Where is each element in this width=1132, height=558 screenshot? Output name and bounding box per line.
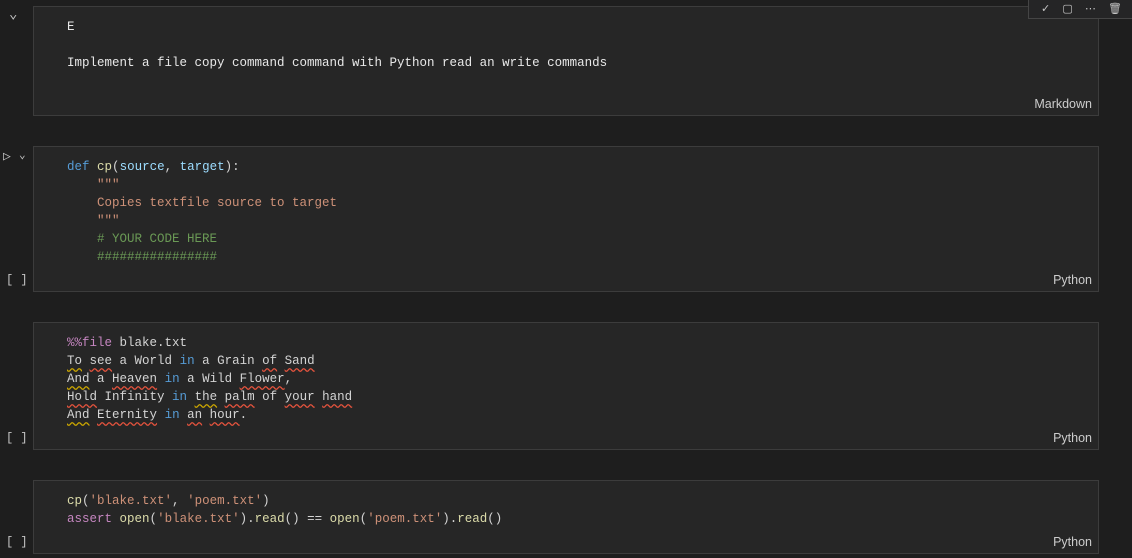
cell-language-label[interactable]: Python	[1053, 535, 1092, 549]
code-editor[interactable]: cp('blake.txt', 'poem.txt') assert open(…	[67, 492, 502, 528]
cell-language-label[interactable]: Python	[1053, 273, 1092, 287]
cell-language-label[interactable]: Markdown	[1034, 97, 1092, 111]
split-cell-icon[interactable]: ▢	[1062, 3, 1072, 15]
poem-line: And a Heaven in a Wild Flower,	[67, 372, 293, 386]
markdown-paragraph: Implement a file copy command command wi…	[67, 56, 608, 70]
cell-language-label[interactable]: Python	[1053, 431, 1092, 445]
more-icon[interactable]: ⋯	[1085, 3, 1096, 15]
poem-line: To see a World in a Grain of Sand	[67, 354, 315, 368]
execution-count: [ ]	[6, 273, 28, 287]
collapse-cell-icon[interactable]: ⌄	[9, 6, 17, 23]
markdown-cell[interactable]: ✓ ▢ ⋯ 🗑 E Implement a file copy command …	[33, 0, 1132, 116]
code-cell[interactable]: %%file blake.txt To see a World in a Gra…	[33, 322, 1099, 450]
markdown-heading: E	[67, 20, 75, 34]
code-cell[interactable]: def cp(source, target): """ Copies textf…	[33, 146, 1099, 292]
code-editor[interactable]: %%file blake.txt To see a World in a Gra…	[67, 334, 352, 424]
execution-count: [ ]	[6, 431, 28, 445]
cell-toolbar: ✓ ▢ ⋯ 🗑	[1028, 0, 1132, 19]
code-editor[interactable]: def cp(source, target): """ Copies textf…	[67, 158, 337, 266]
execution-count: [ ]	[6, 535, 28, 549]
collapse-cell-icon[interactable]: ⌄	[19, 148, 26, 162]
poem-line: And Eternity in an hour.	[67, 408, 248, 422]
code-cell[interactable]: cp('blake.txt', 'poem.txt') assert open(…	[33, 480, 1099, 554]
check-icon[interactable]: ✓	[1041, 3, 1050, 15]
poem-line: Hold Infinity in the palm of your hand	[67, 390, 353, 404]
run-cell-icon[interactable]: ▷	[3, 149, 11, 164]
trash-icon[interactable]: 🗑	[1108, 3, 1122, 15]
